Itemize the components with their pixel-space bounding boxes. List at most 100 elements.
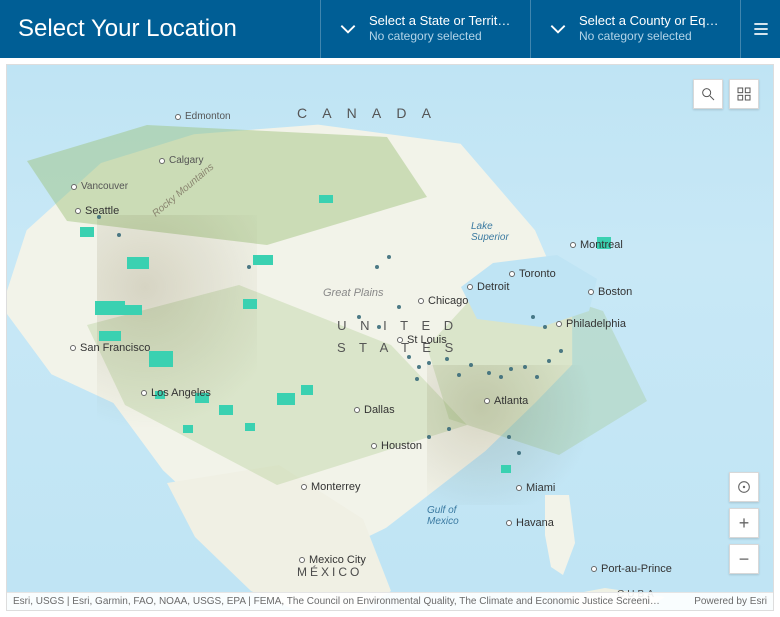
- point-feature[interactable]: [427, 361, 431, 365]
- point-feature[interactable]: [417, 365, 421, 369]
- state-selector-text: Select a State or Territory No category …: [369, 13, 514, 44]
- point-feature[interactable]: [487, 371, 491, 375]
- locate-icon: [736, 479, 752, 495]
- zoom-in-button[interactable]: +: [729, 508, 759, 538]
- tribal-area[interactable]: [80, 227, 94, 237]
- state-selector[interactable]: Select a State or Territory No category …: [320, 0, 530, 58]
- landmass-florida: [527, 495, 587, 575]
- chevron-down-icon: [547, 18, 569, 40]
- point-feature[interactable]: [427, 435, 431, 439]
- city-name: Houston: [381, 440, 422, 452]
- point-feature[interactable]: [509, 367, 513, 371]
- attribution-bar: Esri, USGS | Esri, Garmin, FAO, NOAA, US…: [7, 592, 773, 610]
- city-houston: Houston: [371, 440, 422, 452]
- tribal-area[interactable]: [95, 301, 125, 315]
- point-feature[interactable]: [117, 233, 121, 237]
- tribal-area[interactable]: [99, 331, 121, 341]
- hamburger-icon: [751, 19, 771, 39]
- point-feature[interactable]: [415, 377, 419, 381]
- city-name: Calgary: [169, 155, 203, 166]
- label-usa-1: U N I T E D: [337, 318, 458, 333]
- point-feature[interactable]: [517, 451, 521, 455]
- city-dot-icon: [516, 485, 522, 491]
- tribal-area[interactable]: [127, 257, 149, 269]
- locate-button[interactable]: [729, 472, 759, 502]
- point-feature[interactable]: [543, 325, 547, 329]
- point-feature[interactable]: [507, 435, 511, 439]
- city-name: Los Angeles: [151, 387, 211, 399]
- point-feature[interactable]: [387, 255, 391, 259]
- tribal-area[interactable]: [219, 405, 233, 415]
- county-selector-label: Select a County or Equi…: [579, 13, 724, 29]
- header-bar: Select Your Location Select a State or T…: [0, 0, 780, 58]
- point-feature[interactable]: [397, 305, 401, 309]
- tribal-area[interactable]: [122, 305, 142, 315]
- zoom-out-button[interactable]: −: [729, 544, 759, 574]
- city-toronto: Toronto: [509, 268, 556, 280]
- city-dot-icon: [354, 407, 360, 413]
- app-root: Select Your Location Select a State or T…: [0, 0, 780, 617]
- city-name: Havana: [516, 517, 554, 529]
- city-dot-icon: [484, 398, 490, 404]
- point-feature[interactable]: [531, 315, 535, 319]
- tribal-area[interactable]: [183, 425, 193, 433]
- state-selector-sub: No category selected: [369, 29, 514, 45]
- city-dot-icon: [556, 321, 562, 327]
- point-feature[interactable]: [457, 373, 461, 377]
- city-monterrey: Monterrey: [301, 481, 361, 493]
- attribution-text: Esri, USGS | Esri, Garmin, FAO, NOAA, US…: [13, 596, 660, 607]
- point-feature[interactable]: [547, 359, 551, 363]
- city-name: Montreal: [580, 239, 623, 251]
- point-feature[interactable]: [535, 375, 539, 379]
- map-canvas[interactable]: C A N A D A U N I T E D S T A T E S MÉXI…: [6, 64, 774, 611]
- city-name: Detroit: [477, 281, 509, 293]
- tribal-area[interactable]: [501, 465, 511, 473]
- tribal-area[interactable]: [319, 195, 333, 203]
- city-name: St Louis: [407, 334, 447, 346]
- tribal-area[interactable]: [243, 299, 257, 309]
- point-feature[interactable]: [469, 363, 473, 367]
- city-dot-icon: [591, 566, 597, 572]
- county-selector[interactable]: Select a County or Equi… No category sel…: [530, 0, 740, 58]
- city-dot-icon: [570, 242, 576, 248]
- city-miami: Miami: [516, 482, 555, 494]
- city-havana: Havana: [506, 517, 554, 529]
- city-name: Vancouver: [81, 181, 128, 192]
- city-chicago: Chicago: [418, 295, 468, 307]
- menu-button[interactable]: [740, 0, 780, 58]
- tribal-area[interactable]: [277, 393, 295, 405]
- city-dot-icon: [175, 114, 181, 120]
- tribal-area[interactable]: [301, 385, 313, 395]
- search-button[interactable]: [693, 79, 723, 109]
- tribal-area[interactable]: [149, 351, 173, 367]
- basemap-gallery-button[interactable]: [729, 79, 759, 109]
- point-feature[interactable]: [247, 265, 251, 269]
- tribal-area[interactable]: [253, 255, 273, 265]
- city-dot-icon: [588, 289, 594, 295]
- point-feature[interactable]: [523, 365, 527, 369]
- label-canada: C A N A D A: [297, 105, 437, 121]
- basemap-gallery-icon: [736, 86, 752, 102]
- city-dot-icon: [75, 208, 81, 214]
- point-feature[interactable]: [375, 265, 379, 269]
- powered-by-esri[interactable]: Powered by Esri: [694, 596, 767, 607]
- city-dot-icon: [467, 284, 473, 290]
- label-lake-superior: LakeSuperior: [471, 221, 509, 243]
- tribal-area[interactable]: [245, 423, 255, 431]
- city-dot-icon: [371, 443, 377, 449]
- city-name: Mexico City: [309, 554, 366, 566]
- county-selector-sub: No category selected: [579, 29, 724, 45]
- city-name: Miami: [526, 482, 555, 494]
- city-name: San Francisco: [80, 342, 150, 354]
- county-selector-text: Select a County or Equi… No category sel…: [579, 13, 724, 44]
- point-feature[interactable]: [447, 427, 451, 431]
- label-mexico: MÉXICO: [297, 565, 362, 579]
- point-feature[interactable]: [499, 375, 503, 379]
- city-dot-icon: [70, 345, 76, 351]
- city-philadelphia: Philadelphia: [556, 318, 626, 330]
- page-title: Select Your Location: [0, 0, 320, 58]
- city-detroit: Detroit: [467, 281, 509, 293]
- city-name: Atlanta: [494, 395, 528, 407]
- city-dot-icon: [141, 390, 147, 396]
- point-feature[interactable]: [559, 349, 563, 353]
